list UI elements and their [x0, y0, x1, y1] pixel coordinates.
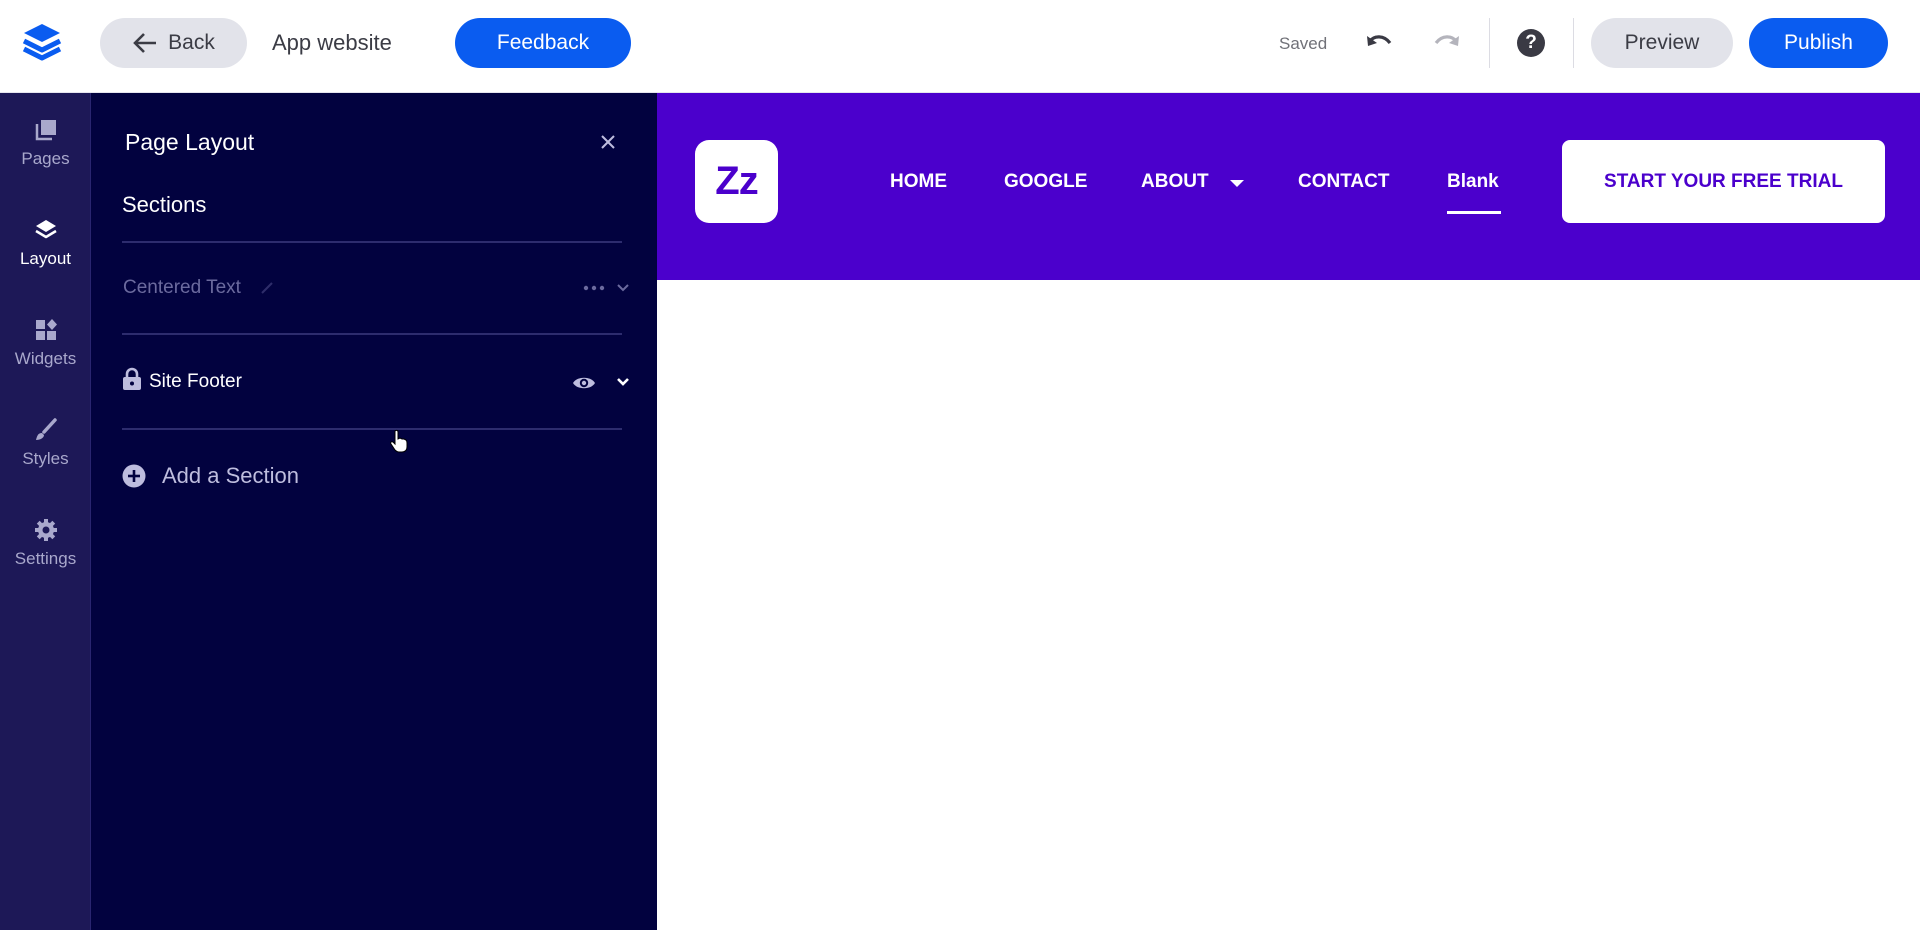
- pages-icon: [35, 120, 56, 141]
- site-header[interactable]: Zz HOME GOOGLE ABOUT CONTACT Blank START…: [657, 93, 1920, 280]
- active-nav-indicator: [1447, 211, 1501, 214]
- help-icon: ?: [1525, 32, 1537, 53]
- sidebar-item-layout[interactable]: Layout: [0, 193, 91, 283]
- sidebar-item-settings[interactable]: Settings: [0, 493, 91, 583]
- sidebar-item-label: Pages: [21, 149, 70, 168]
- divider: [122, 333, 622, 335]
- brush-icon: [35, 418, 57, 440]
- site-preview-canvas[interactable]: Zz HOME GOOGLE ABOUT CONTACT Blank START…: [657, 93, 1920, 930]
- sidebar-item-label: Layout: [19, 249, 72, 268]
- undo-button[interactable]: [1364, 28, 1394, 58]
- nav-link-blank[interactable]: Blank: [1447, 171, 1499, 193]
- add-section-label: Add a Section: [162, 463, 299, 488]
- sidebar-item-pages[interactable]: Pages: [0, 93, 91, 183]
- section-row-centered-text[interactable]: Centered Text: [122, 261, 629, 321]
- chevron-down-icon[interactable]: [615, 375, 631, 389]
- close-panel-button[interactable]: [597, 131, 619, 153]
- nav-link-about[interactable]: ABOUT: [1141, 171, 1209, 193]
- publish-button[interactable]: Publish: [1749, 18, 1888, 68]
- nav-link-google[interactable]: GOOGLE: [1004, 171, 1087, 193]
- back-label: Back: [168, 31, 215, 54]
- redo-icon: [1434, 35, 1459, 46]
- undo-icon: [1367, 35, 1392, 46]
- nav-link-contact[interactable]: CONTACT: [1298, 171, 1389, 193]
- caret-down-icon[interactable]: [1230, 180, 1244, 187]
- close-icon: [601, 135, 615, 149]
- plus-circle-icon: [122, 464, 146, 488]
- divider: [1489, 18, 1490, 68]
- preview-button[interactable]: Preview: [1591, 18, 1733, 68]
- chevron-down-icon[interactable]: [615, 281, 631, 295]
- divider: [122, 428, 622, 430]
- site-logo[interactable]: Zz: [695, 140, 778, 223]
- sidebar-item-styles[interactable]: Styles: [0, 393, 91, 483]
- nav-link-home[interactable]: HOME: [890, 171, 947, 193]
- add-section-button[interactable]: Add a Section: [122, 463, 299, 489]
- panel-title: Page Layout: [125, 129, 255, 155]
- divider: [1573, 18, 1574, 68]
- divider: [122, 241, 622, 243]
- save-status: Saved: [1279, 34, 1328, 53]
- feedback-button[interactable]: Feedback: [455, 18, 631, 68]
- layers-icon: [34, 220, 57, 239]
- sidebar-item-widgets[interactable]: Widgets: [0, 293, 91, 383]
- sidebar-rail: Pages Layout Widgets Styles Settings: [0, 93, 91, 930]
- section-row-site-footer[interactable]: Site Footer: [122, 355, 629, 415]
- redo-button[interactable]: [1432, 28, 1462, 58]
- stacked-layers-icon[interactable]: [18, 22, 66, 64]
- more-icon[interactable]: [582, 283, 606, 293]
- gear-icon: [34, 519, 57, 541]
- sidebar-item-label: Settings: [14, 549, 77, 568]
- hand-cursor-icon: [390, 429, 408, 453]
- pencil-icon[interactable]: [260, 281, 274, 295]
- start-free-trial-button[interactable]: START YOUR FREE TRIAL: [1562, 140, 1885, 223]
- back-button[interactable]: Back: [100, 18, 247, 68]
- page-layout-panel: Page Layout Sections Centered Text Site: [91, 93, 657, 930]
- arrow-left-icon: [133, 33, 157, 53]
- section-name: Site Footer: [149, 371, 242, 392]
- sidebar-item-label: Styles: [22, 449, 69, 468]
- sections-heading: Sections: [122, 192, 207, 217]
- site-name: App website: [272, 30, 392, 55]
- sidebar-item-label: Widgets: [14, 349, 77, 368]
- section-name: Centered Text: [123, 277, 241, 298]
- eye-icon[interactable]: [572, 375, 596, 391]
- help-button[interactable]: ?: [1517, 29, 1545, 57]
- lock-icon: [123, 367, 141, 390]
- widgets-icon: [35, 319, 57, 340]
- top-bar: Back App website Feedback Saved ? Previe…: [0, 0, 1920, 93]
